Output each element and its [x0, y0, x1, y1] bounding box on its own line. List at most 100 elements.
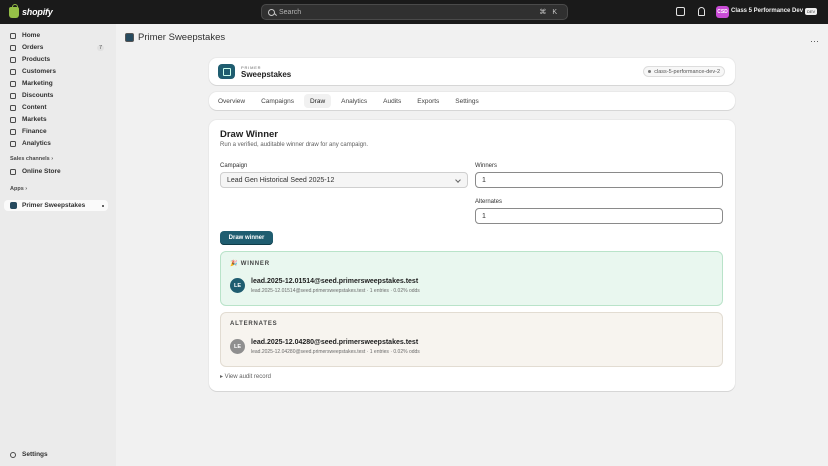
- person-icon: [10, 68, 16, 75]
- avatar: LE: [230, 339, 245, 354]
- chevron-right-icon: ›: [25, 186, 28, 192]
- home-icon: [10, 32, 16, 39]
- page-title: Primer Sweepstakes: [138, 32, 226, 43]
- app-name: Sweepstakes: [241, 70, 292, 79]
- alternates-panel: ALTERNATES LE lead.2025-12.04280@seed.pr…: [220, 312, 723, 367]
- app-logo-icon: [218, 64, 235, 79]
- store-avatar[interactable]: CSD: [716, 6, 729, 18]
- status-dot-icon: [648, 70, 652, 73]
- tab-settings[interactable]: Settings: [449, 94, 485, 108]
- sidebar-item-label: Discounts: [22, 92, 54, 99]
- environment-text: class-5-performance-dev-2: [654, 68, 720, 75]
- section-subtitle: Run a verified, auditable winner draw fo…: [220, 142, 369, 148]
- sidebar-item-products[interactable]: Products: [4, 54, 108, 65]
- tab-bar: Overview Campaigns Draw Analytics Audits…: [209, 92, 735, 110]
- sales-channels-text: Sales channels: [10, 156, 50, 162]
- tab-campaigns[interactable]: Campaigns: [255, 94, 300, 108]
- sales-channels-label[interactable]: Sales channels ›: [10, 156, 53, 162]
- chevron-right-icon: ›: [51, 156, 54, 162]
- sidebar-item-analytics[interactable]: Analytics: [4, 138, 108, 149]
- tag-icon: [10, 56, 16, 63]
- tab-exports[interactable]: Exports: [411, 94, 445, 108]
- campaign-select[interactable]: Lead Gen Historical Seed 2025-12: [220, 172, 468, 188]
- apps-label[interactable]: Apps ›: [10, 186, 27, 192]
- sidebar-item-finance[interactable]: Finance: [4, 126, 108, 137]
- more-options-icon[interactable]: ⋯: [810, 36, 820, 47]
- sidebar-item-label: Home: [22, 32, 41, 39]
- winner-email: lead.2025-12.01514@seed.primersweepstake…: [251, 278, 419, 285]
- top-bar: shopify Search ⌘ K CSD Class 5 Performan…: [0, 0, 828, 24]
- tab-draw[interactable]: Draw: [303, 94, 332, 108]
- store-tag: DEV: [805, 8, 818, 15]
- tab-audits[interactable]: Audits: [377, 94, 407, 108]
- inbox-icon[interactable]: [676, 7, 685, 16]
- alternates-section-label: ALTERNATES: [230, 321, 278, 327]
- orders-icon: [10, 44, 16, 51]
- app-icon: [10, 202, 17, 209]
- draw-winner-button[interactable]: Draw winner: [220, 231, 273, 245]
- app-icon: [125, 33, 134, 42]
- sidebar-item-home[interactable]: Home: [4, 30, 108, 41]
- alternates-value: 1: [482, 212, 486, 220]
- sidebar-item-orders[interactable]: Orders 7: [4, 42, 108, 53]
- sidebar-item-label: Primer Sweepstakes: [22, 202, 86, 209]
- chevron-down-icon: [455, 177, 461, 183]
- sidebar-item-label: Markets: [22, 116, 47, 123]
- sidebar-item-online-store[interactable]: Online Store: [4, 166, 108, 177]
- alternates-input[interactable]: 1: [475, 208, 723, 224]
- sidebar-item-settings[interactable]: Settings: [4, 449, 108, 460]
- alternate-meta: lead.2025-12.04280@seed.primersweepstake…: [251, 349, 420, 355]
- sidebar-item-marketing[interactable]: Marketing: [4, 78, 108, 89]
- apps-text: Apps: [10, 186, 24, 192]
- top-icons: [676, 7, 705, 16]
- winner-meta: lead.2025-12.01514@seed.primersweepstake…: [251, 288, 420, 294]
- store-icon: [10, 168, 16, 175]
- brand-text: shopify: [22, 7, 53, 17]
- search-shortcut: ⌘ K: [539, 9, 559, 16]
- winner-section-label: 🎉 WINNER: [230, 261, 270, 267]
- bank-icon: [10, 128, 16, 135]
- winners-label: Winners: [475, 163, 498, 169]
- sidebar-item-label: Orders: [22, 44, 44, 51]
- search-icon: [268, 8, 275, 16]
- search-placeholder: Search: [279, 8, 302, 16]
- alternate-email: lead.2025-12.04280@seed.primersweepstake…: [251, 339, 419, 346]
- bell-icon[interactable]: [698, 7, 705, 16]
- sidebar-item-label: Products: [22, 56, 51, 63]
- section-title: Draw Winner: [220, 129, 278, 140]
- sidebar-item-label: Finance: [22, 128, 47, 135]
- shopify-bag-icon: [9, 3, 19, 18]
- sidebar-item-label: Content: [22, 104, 47, 111]
- shopify-logo[interactable]: shopify: [9, 3, 53, 18]
- campaign-value: Lead Gen Historical Seed 2025-12: [227, 176, 335, 184]
- sidebar-item-primer-sweepstakes[interactable]: Primer Sweepstakes: [4, 200, 108, 211]
- sidebar-item-label: Online Store: [22, 168, 61, 175]
- sidebar-item-label: Settings: [22, 451, 48, 458]
- winners-input[interactable]: 1: [475, 172, 723, 188]
- gear-icon: [10, 451, 16, 458]
- orders-count-badge: 7: [96, 44, 104, 51]
- sidebar-item-discounts[interactable]: Discounts: [4, 90, 108, 101]
- winners-value: 1: [482, 176, 486, 184]
- alternates-label: Alternates: [475, 199, 503, 205]
- campaign-label: Campaign: [220, 163, 248, 169]
- sidebar-item-label: Analytics: [22, 140, 51, 147]
- sidebar-item-label: Marketing: [22, 80, 53, 87]
- content-icon: [10, 104, 16, 111]
- sidebar-item-markets[interactable]: Markets: [4, 114, 108, 125]
- environment-badge: class-5-performance-dev-2: [643, 66, 725, 77]
- sidebar: Home Orders 7 Products Customers Marketin…: [0, 24, 116, 466]
- avatar: LE: [230, 278, 245, 293]
- tab-analytics[interactable]: Analytics: [335, 94, 373, 108]
- winner-panel: 🎉 WINNER LE lead.2025-12.01514@seed.prim…: [220, 251, 723, 306]
- pin-dot-icon: [102, 204, 104, 207]
- store-name[interactable]: Class 5 Performance Dev: [731, 8, 803, 14]
- sidebar-item-content[interactable]: Content: [4, 102, 108, 113]
- app-header-card: PRIMER Sweepstakes class-5-performance-d…: [209, 58, 735, 85]
- sidebar-item-customers[interactable]: Customers: [4, 66, 108, 77]
- tab-overview[interactable]: Overview: [212, 94, 251, 108]
- search-input[interactable]: Search ⌘ K: [261, 4, 568, 20]
- sidebar-item-label: Customers: [22, 68, 56, 75]
- view-audit-record-link[interactable]: ▸ View audit record: [220, 373, 271, 380]
- page-header: Primer Sweepstakes: [125, 32, 225, 43]
